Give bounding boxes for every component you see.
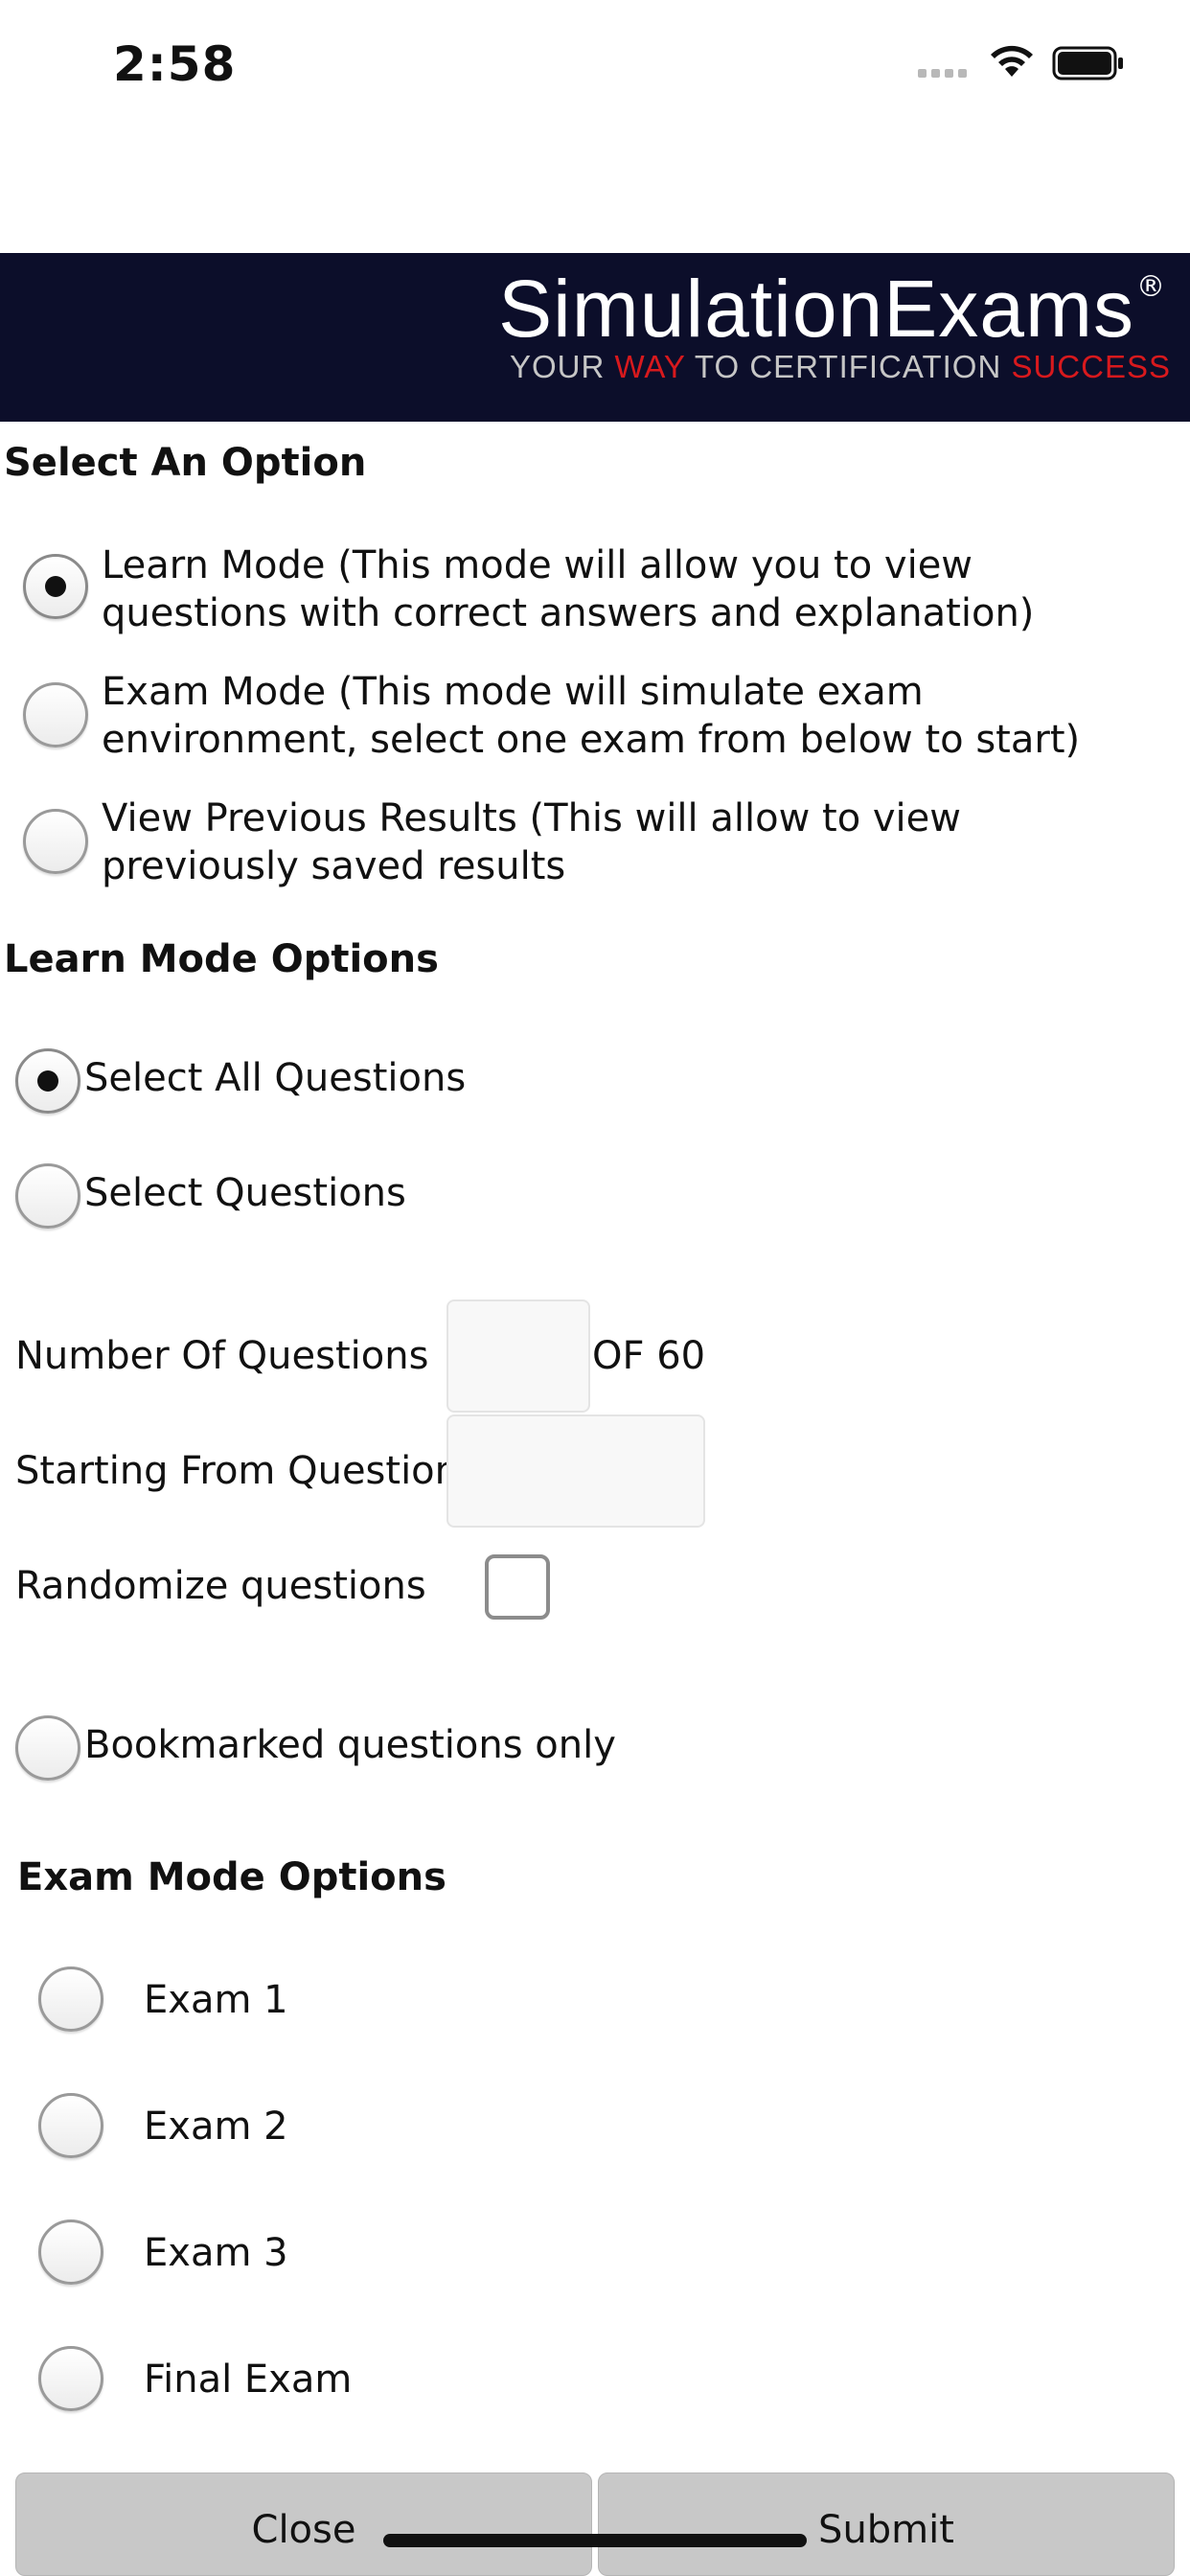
submit-button[interactable]: Submit bbox=[598, 2472, 1175, 2576]
number-of-questions-input[interactable] bbox=[446, 1300, 590, 1413]
wifi-icon bbox=[991, 45, 1033, 77]
battery-icon bbox=[1052, 46, 1123, 80]
exam-2-radio[interactable] bbox=[38, 2093, 103, 2158]
randomize-questions-label: Randomize questions bbox=[15, 1564, 426, 1608]
exam-mode-radio[interactable] bbox=[23, 682, 88, 748]
exam-1-radio[interactable] bbox=[38, 1966, 103, 2032]
select-option-heading: Select An Option bbox=[4, 441, 367, 485]
exam-1-label: Exam 1 bbox=[144, 1978, 288, 2022]
home-indicator[interactable] bbox=[383, 2534, 807, 2547]
exam-2-label: Exam 2 bbox=[144, 2104, 288, 2149]
select-all-questions-label: Select All Questions bbox=[84, 1056, 467, 1100]
randomize-questions-checkbox[interactable] bbox=[485, 1554, 550, 1620]
brand-banner: SimulationExams ® YOUR WAY TO CERTIFICAT… bbox=[0, 253, 1190, 422]
final-exam-label: Final Exam bbox=[144, 2358, 353, 2402]
tagline-highlight-1: WAY bbox=[614, 349, 686, 384]
number-of-questions-label: Number Of Questions bbox=[15, 1334, 429, 1378]
bookmarked-questions-radio[interactable] bbox=[15, 1715, 80, 1781]
exam-mode-options-heading: Exam Mode Options bbox=[17, 1855, 446, 1899]
exam-mode-label: Exam Mode (This mode will simulate exam … bbox=[102, 670, 1081, 762]
tagline-highlight-2: SUCCESS bbox=[1011, 349, 1171, 384]
tagline-part-1: YOUR bbox=[509, 349, 615, 384]
registered-mark: ® bbox=[1136, 270, 1165, 304]
radio-selected-dot bbox=[37, 1070, 58, 1092]
questions-total-label: OF 60 bbox=[592, 1334, 706, 1378]
view-previous-results-label: View Previous Results (This will allow t… bbox=[102, 796, 961, 888]
close-button[interactable]: Close bbox=[15, 2472, 592, 2576]
exam-3-label: Exam 3 bbox=[144, 2231, 288, 2275]
brand-logo-text: SimulationExams bbox=[498, 264, 1134, 354]
brand-tagline: YOUR WAY TO CERTIFICATION SUCCESS bbox=[510, 349, 1171, 385]
select-questions-label: Select Questions bbox=[84, 1171, 406, 1215]
tagline-part-2: TO CERTIFICATION bbox=[685, 349, 1012, 384]
view-previous-results-radio[interactable] bbox=[23, 809, 88, 874]
learn-mode-label: Learn Mode (This mode will allow you to … bbox=[102, 543, 1035, 635]
final-exam-radio[interactable] bbox=[38, 2346, 103, 2411]
select-all-questions-radio[interactable] bbox=[15, 1048, 80, 1114]
learn-mode-radio[interactable] bbox=[23, 554, 88, 619]
select-questions-radio[interactable] bbox=[15, 1163, 80, 1229]
exam-3-radio[interactable] bbox=[38, 2220, 103, 2285]
starting-from-question-input[interactable] bbox=[446, 1414, 705, 1528]
learn-mode-options-heading: Learn Mode Options bbox=[4, 937, 439, 981]
signal-icon bbox=[918, 69, 973, 79]
bookmarked-questions-label: Bookmarked questions only bbox=[84, 1723, 616, 1767]
radio-selected-dot bbox=[45, 576, 66, 597]
starting-from-question-label: Starting From Question bbox=[15, 1449, 460, 1493]
status-time: 2:58 bbox=[113, 36, 237, 92]
